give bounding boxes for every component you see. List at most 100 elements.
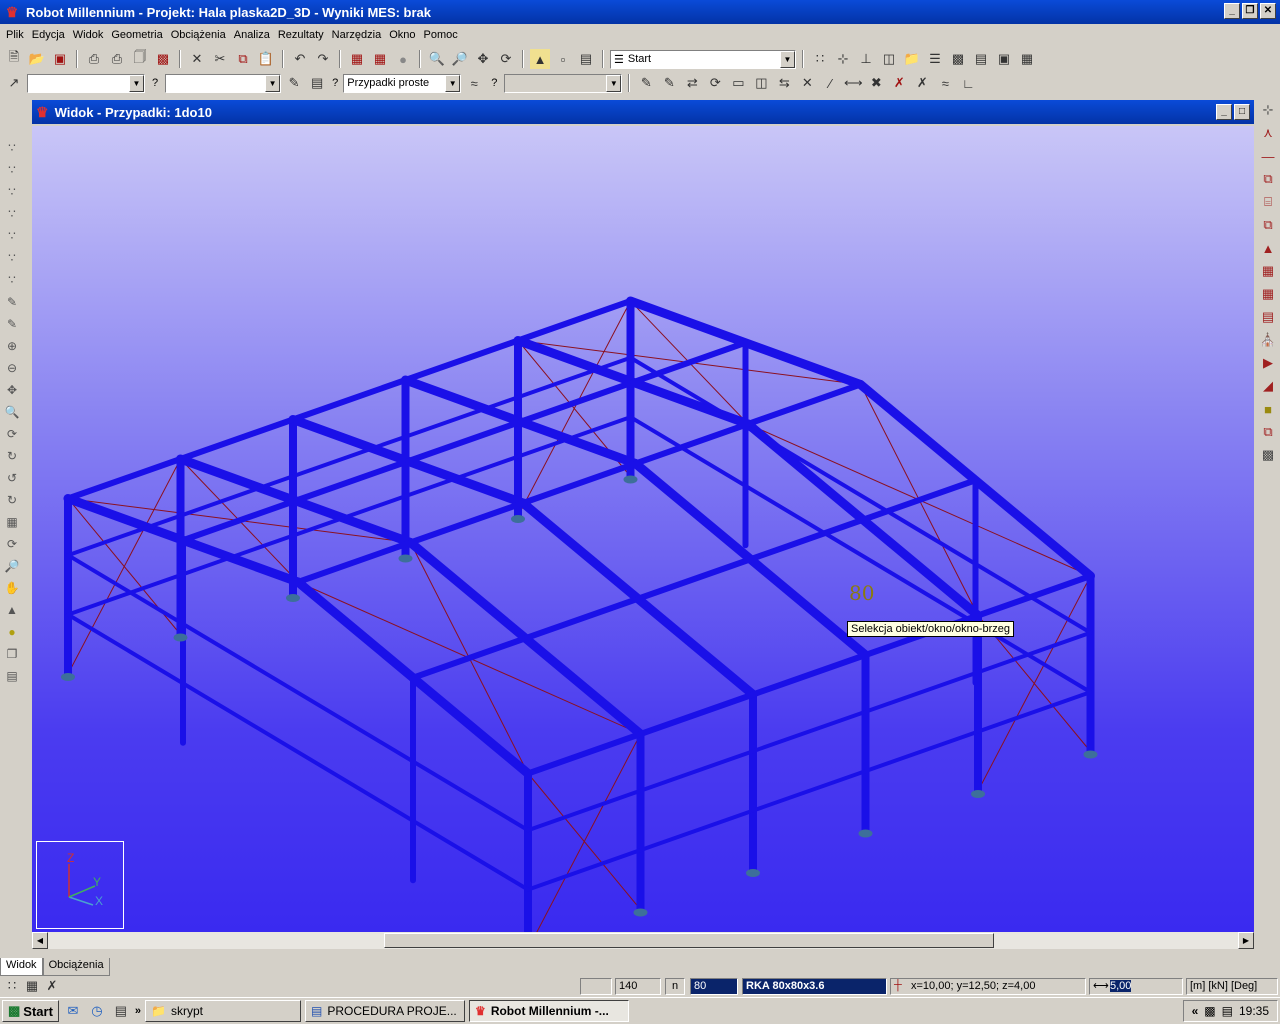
table-edit-icon[interactable]: ▦ [370, 49, 390, 69]
copy-icon[interactable]: ⧉ [233, 49, 253, 69]
view-minimize-button[interactable]: _ [1216, 104, 1232, 120]
purlin[interactable] [630, 339, 749, 386]
menu-widok[interactable]: Widok [71, 29, 110, 41]
browser-icon[interactable]: ◷ [87, 1001, 107, 1021]
mirror-icon[interactable]: ⇆ [774, 73, 794, 93]
chevron-down-icon[interactable]: ▼ [780, 50, 795, 68]
cladding-icon[interactable]: ◢ [1258, 376, 1278, 396]
purlin[interactable] [407, 500, 526, 546]
menu-rezultaty[interactable]: Rezultaty [276, 29, 330, 41]
break-icon[interactable]: ✗ [912, 73, 932, 93]
support[interactable] [971, 790, 985, 798]
frame-icon[interactable]: ◫ [879, 49, 899, 69]
purlin[interactable] [745, 381, 864, 427]
purlin[interactable] [290, 377, 409, 423]
scroll-right-button[interactable]: ▶ [1238, 932, 1254, 949]
task-skrypt[interactable]: 📁 skrypt [145, 1000, 302, 1022]
frame-right-icon[interactable]: ▦ [1258, 284, 1278, 304]
list-icon[interactable]: ☰ [925, 49, 945, 69]
view-maximize-button[interactable]: □ [1234, 104, 1250, 120]
support[interactable] [1083, 750, 1098, 759]
support[interactable] [633, 908, 648, 917]
menu-edycja[interactable]: Edycja [30, 29, 71, 41]
rotate-x-icon[interactable]: ↻ [1, 446, 23, 466]
zoom-out-icon[interactable]: ⊖ [1, 358, 23, 378]
view-xy-plane-icon[interactable]: ∵ [1, 226, 23, 246]
desktop-icon[interactable]: ▤ [111, 1001, 131, 1021]
table-icon[interactable]: ▦ [347, 49, 367, 69]
grid-right-icon[interactable]: ▤ [1258, 307, 1278, 327]
support[interactable] [61, 673, 75, 681]
purlin[interactable] [860, 477, 979, 523]
purlin[interactable] [520, 460, 639, 506]
divide-icon[interactable]: ∕ [820, 73, 840, 93]
undo-icon[interactable]: ↶ [290, 49, 310, 69]
menu-narzedzia[interactable]: Narzędzia [330, 29, 388, 41]
outlook-icon[interactable]: ✉ [63, 1001, 83, 1021]
support[interactable] [858, 829, 873, 838]
zoom-dynamic-icon[interactable]: 🔎 [1, 556, 23, 576]
purlin[interactable] [177, 416, 296, 462]
rotate-z-icon[interactable]: ↻ [1, 490, 23, 510]
case-list-icon[interactable]: ▤ [307, 73, 327, 93]
purlin[interactable] [65, 456, 184, 502]
support[interactable] [286, 594, 300, 602]
wall-rail[interactable] [863, 729, 980, 774]
results-icon[interactable]: ▣ [994, 49, 1014, 69]
purlin[interactable] [637, 691, 756, 737]
save-icon[interactable]: ▣ [50, 49, 70, 69]
quicklaunch-chevron-icon[interactable]: » [135, 1005, 141, 1017]
purlin[interactable] [750, 652, 869, 698]
zoom-window-icon[interactable]: 🔍 [427, 49, 447, 69]
windows-icon[interactable]: ❐ [1, 644, 23, 664]
building-icon[interactable]: ⛪ [1258, 330, 1278, 350]
purlin[interactable] [975, 573, 1094, 619]
support-icon[interactable]: ▭ [728, 73, 748, 93]
purlin[interactable] [522, 595, 641, 642]
copy-right-icon[interactable]: ⧉ [1258, 422, 1278, 442]
flag-icon[interactable]: ✗ [42, 976, 62, 996]
selection-filter-icon[interactable]: ↗ [4, 73, 24, 93]
wall-brace[interactable] [528, 733, 641, 932]
menu-obciazenia[interactable]: Obciążenia [169, 29, 232, 41]
cases-select[interactable]: Przypadki proste ▼ [343, 73, 462, 93]
dimension-icon[interactable]: ⟷ [843, 73, 863, 93]
offset-right-icon[interactable]: ⧉ [1258, 169, 1278, 189]
section-view-icon[interactable]: ▫ [553, 49, 573, 69]
tab-widok[interactable]: Widok [0, 958, 43, 976]
folder-icon[interactable]: 📁 [902, 49, 922, 69]
wall-rail[interactable] [638, 808, 755, 853]
support[interactable] [511, 515, 525, 523]
calculate-icon[interactable]: ● [393, 49, 413, 69]
redo-icon[interactable]: ↷ [313, 49, 333, 69]
support[interactable] [173, 633, 188, 642]
scroll-left-button[interactable]: ◀ [32, 932, 48, 949]
design-icon[interactable]: ▦ [1017, 49, 1037, 69]
light-icon[interactable]: ▲ [1, 600, 23, 620]
bar-number-field[interactable]: 80 [690, 978, 738, 995]
panel-icon[interactable]: ▶ [1258, 353, 1278, 373]
wall-rail[interactable] [751, 709, 868, 754]
menu-okno[interactable]: Okno [387, 29, 421, 41]
display-icon[interactable]: ▤ [576, 49, 596, 69]
menu-pomoc[interactable]: Pomoc [422, 29, 464, 41]
pan-view-icon[interactable]: ✥ [1, 380, 23, 400]
support[interactable] [623, 475, 638, 484]
chevron-down-icon[interactable]: ▼ [265, 74, 281, 92]
load-icon[interactable]: ◫ [751, 73, 771, 93]
nodes-right-icon[interactable]: ⊹ [1258, 100, 1278, 120]
intersect-icon[interactable]: ✕ [797, 73, 817, 93]
print-setup-icon[interactable]: ⎙ [107, 49, 127, 69]
zoom-all-icon[interactable]: 🔎 [450, 49, 470, 69]
minimize-button[interactable]: _ [1224, 3, 1240, 19]
purlin[interactable] [292, 458, 411, 504]
line-icon[interactable]: — [1258, 146, 1278, 166]
wall-rail[interactable] [66, 573, 183, 617]
purlin[interactable] [525, 731, 644, 777]
truss-icon[interactable]: ▦ [1258, 261, 1278, 281]
display-attributes-icon[interactable]: ✎ [1, 314, 23, 334]
print-preview-icon[interactable]: 🗍 [130, 49, 150, 69]
gable-rail[interactable] [66, 612, 530, 892]
bars-icon[interactable]: ⊥ [856, 49, 876, 69]
network-icon[interactable]: ▤ [1222, 1004, 1233, 1018]
